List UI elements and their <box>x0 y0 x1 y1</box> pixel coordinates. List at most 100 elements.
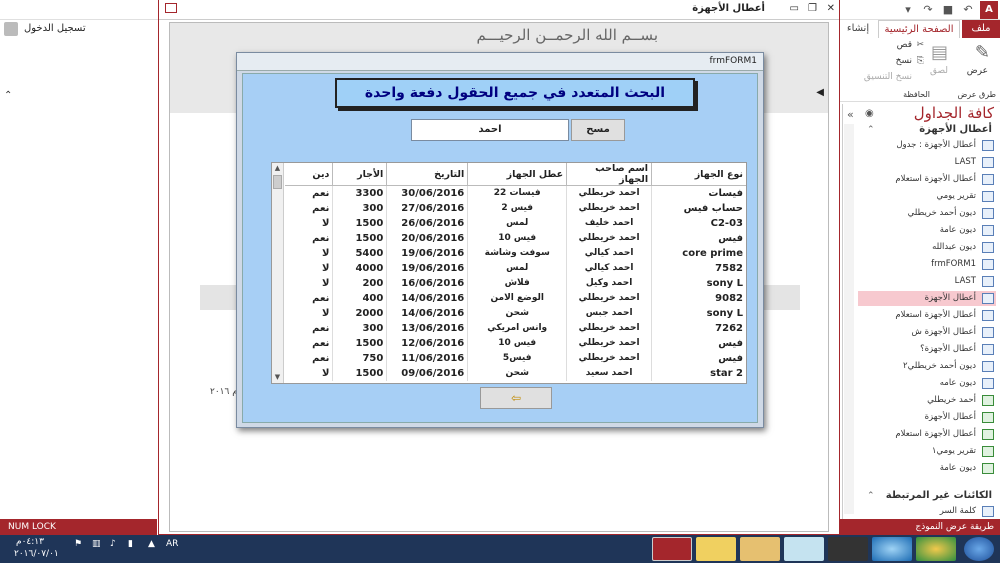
nav-item[interactable]: أعطال الأجهزة <box>858 291 996 306</box>
column-header[interactable]: دين <box>285 163 334 186</box>
nav-item[interactable]: أعطال الأجهزة؟ <box>858 342 996 357</box>
chevron-up-icon[interactable]: ⌃ <box>867 491 875 501</box>
copy-button[interactable]: نسخ <box>896 56 912 66</box>
ie-icon[interactable] <box>872 537 912 561</box>
language-indicator[interactable]: AR <box>166 539 178 549</box>
clear-button[interactable]: مسح <box>571 119 625 141</box>
bismillah-label: بســم الله الرحمــن الرحيـــم <box>476 26 658 44</box>
view-icon[interactable]: ✎ <box>975 42 990 63</box>
clock-time[interactable]: ٠٤:١٣م <box>16 537 44 547</box>
tab-home[interactable]: الصفحة الرئيسية <box>878 20 960 38</box>
nav-item[interactable]: أعطال الأجهزة استعلام <box>858 172 996 187</box>
table-row[interactable]: لا 1500 26/06/2016 لمس احمد خليف C2-03 <box>285 215 746 231</box>
flag-icon[interactable]: ⚑ <box>74 539 82 549</box>
nav-item-label: LAST <box>954 157 976 167</box>
table-row[interactable]: لا 4000 19/06/2016 لمس احمد كيالي 7582 <box>285 260 746 276</box>
search-input[interactable]: احمد <box>411 119 569 141</box>
nav-item[interactable]: ديون عامة <box>858 461 996 476</box>
nav-item[interactable]: تقرير يومي <box>858 189 996 204</box>
files-icon[interactable] <box>696 537 736 561</box>
table-cell: 09/06/2016 <box>386 365 469 381</box>
table-row[interactable]: لا 5400 19/06/2016 سوفت وشاشة احمد كيالي core… <box>285 245 746 261</box>
collapse-icon[interactable]: ⌃ <box>4 90 12 101</box>
nav-item-label: أعطال الأجهزة <box>924 293 976 303</box>
nav-item[interactable]: ديون أحمد خريطلي٢ <box>858 359 996 374</box>
nav-item[interactable]: LAST <box>858 155 996 170</box>
nav-item[interactable]: frmFORM1 <box>858 257 996 272</box>
nav-item[interactable]: ديون عامة <box>858 223 996 238</box>
login-link[interactable]: تسجيل الدخول <box>24 23 86 34</box>
column-header[interactable]: عطل الجهاز <box>467 163 568 186</box>
view-button[interactable]: عرض <box>967 66 988 76</box>
column-header[interactable]: التاريخ <box>386 163 469 186</box>
table-row[interactable]: نعم 300 13/06/2016 وانس امريكي احمد خريطلي 72… <box>285 320 746 336</box>
access-taskbar-icon[interactable] <box>652 537 692 561</box>
results-scrollbar[interactable]: ▲ ▼ <box>272 163 284 383</box>
volume-icon[interactable]: ♪ <box>110 539 116 549</box>
nav-item[interactable]: أعطال الأجهزة استعلام <box>858 308 996 323</box>
table-cell: احمد خليف <box>566 215 653 231</box>
redo-icon[interactable]: ↷ <box>920 2 936 18</box>
record-selector-icon[interactable]: ◀ <box>816 87 824 98</box>
tab-create[interactable]: إنشاء <box>840 20 876 38</box>
column-header[interactable]: نوع الجهاز <box>651 163 746 186</box>
column-header[interactable]: الأجار <box>332 163 388 186</box>
nav-item[interactable]: أعطال الأجهزة : جدول <box>858 138 996 153</box>
scroll-down-icon[interactable]: ▼ <box>272 372 283 383</box>
table-row[interactable]: نعم 1500 12/06/2016 فيس 10 احمد خريطلي فيس <box>285 335 746 351</box>
start-button[interactable] <box>964 537 994 561</box>
table-row[interactable]: لا 2000 14/06/2016 شحن احمد جبس sony L <box>285 305 746 321</box>
nav-item[interactable]: ديون أحمد خريطلي <box>858 206 996 221</box>
nav-scrollbar[interactable] <box>844 124 854 514</box>
paste-button[interactable]: لصق <box>930 66 948 76</box>
nav-item[interactable]: ديون عامه <box>858 376 996 391</box>
nav-menu-icon[interactable]: ◉ <box>865 108 874 119</box>
power-icon[interactable]: ▮ <box>128 539 133 549</box>
nav-item[interactable]: أحمد خريطلي <box>858 393 996 408</box>
network-icon[interactable]: ▥ <box>92 539 101 549</box>
undo-icon[interactable]: ↶ <box>960 2 976 18</box>
book-icon[interactable] <box>784 537 824 561</box>
nav-item[interactable]: أعطال الأجهزة استعلام <box>858 427 996 442</box>
table-row[interactable]: نعم 1500 20/06/2016 فيس 10 احمد خريطلي فيس <box>285 230 746 246</box>
folder-icon[interactable] <box>740 537 780 561</box>
nav-group-header-unrelated[interactable]: الكائنات غير المرتبطة <box>886 490 992 501</box>
table-row[interactable]: نعم 300 27/06/2016 فيس 2 احمد خريطلي حساب فيس <box>285 200 746 216</box>
table-row[interactable]: نعم 400 14/06/2016 الوضع الامن احمد خريطلي 90… <box>285 290 746 306</box>
scroll-thumb[interactable] <box>273 175 282 189</box>
customize-icon[interactable]: ▾ <box>900 2 916 18</box>
table-cell: احمد خريطلي <box>566 230 653 246</box>
nav-item[interactable]: أعطال الأجهزة ش <box>858 325 996 340</box>
nav-item[interactable]: LAST <box>858 274 996 289</box>
nav-item[interactable]: تقرير يومي١ <box>858 444 996 459</box>
form-close-icon[interactable]: ✕ <box>827 3 835 14</box>
cut-button[interactable]: قص <box>897 40 912 50</box>
collapse-pane-icon[interactable]: « <box>847 108 854 121</box>
paste-icon[interactable]: ▤ <box>931 42 948 63</box>
taskbar: AR ▲ ⚑ ▥ ♪ ▮ ٠٤:١٣م ٢٠١٦/٠٧/٠١ <box>0 535 1000 563</box>
chevron-up-icon[interactable]: ⌃ <box>867 125 875 135</box>
clock-date[interactable]: ٢٠١٦/٠٧/٠١ <box>14 549 59 559</box>
form-minimize-icon[interactable]: ▭ <box>790 3 799 14</box>
table-cell: لا <box>285 305 334 321</box>
nav-item[interactable]: أعطال الأجهزة <box>858 410 996 425</box>
table-row[interactable]: لا 200 16/06/2016 فلاش احمد وكيل sony L <box>285 275 746 291</box>
results-listbox[interactable]: ▲ ▼ دين الأجار التاريخ عطل الجهاز اسم صاحب ا… <box>271 162 747 384</box>
format-painter-button[interactable]: نسخ التنسيق <box>864 72 912 82</box>
form-restore-icon[interactable]: ❐ <box>808 3 817 14</box>
scroll-up-icon[interactable]: ▲ <box>272 163 283 174</box>
nav-item[interactable]: كلمة السر <box>858 504 996 519</box>
nav-group-header[interactable]: أعطال الأجهزة <box>919 124 992 135</box>
column-header[interactable]: اسم صاحب الجهاز <box>566 163 653 186</box>
tab-file[interactable]: ملف <box>962 20 1000 38</box>
tray-arrow-icon[interactable]: ▲ <box>148 539 155 549</box>
table-row[interactable]: نعم 750 11/06/2016 فيس5 احمد خريطلي فيس <box>285 350 746 366</box>
table-row[interactable]: نعم 3300 30/06/2016 فيسات 22 احمد خريطلي فيسا… <box>285 185 746 201</box>
chrome-icon[interactable] <box>916 537 956 561</box>
nav-item[interactable]: ديون عبدالله <box>858 240 996 255</box>
table-row[interactable]: لا 1500 09/06/2016 شحن احمد سعيد star 2 <box>285 365 746 381</box>
nav-title[interactable]: كافة الجداول <box>914 104 994 122</box>
save-icon[interactable]: ■ <box>940 2 956 18</box>
media-icon[interactable] <box>828 537 868 561</box>
exit-button[interactable]: ⇦ <box>480 387 552 409</box>
